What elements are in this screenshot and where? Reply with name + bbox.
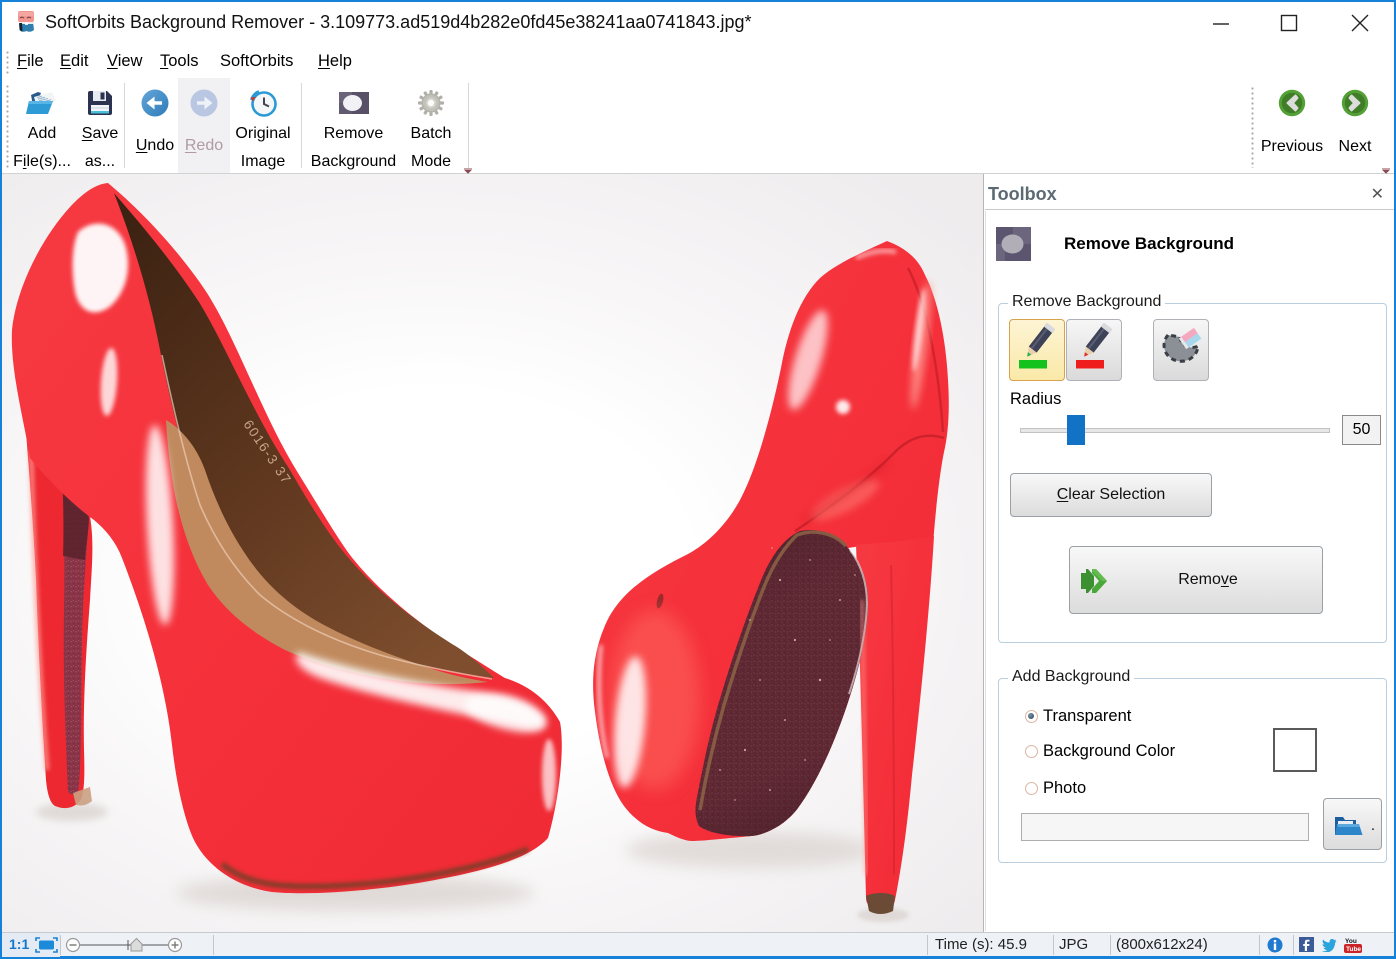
svg-text:Tube: Tube	[1346, 946, 1361, 953]
svg-text:You: You	[1345, 938, 1357, 945]
